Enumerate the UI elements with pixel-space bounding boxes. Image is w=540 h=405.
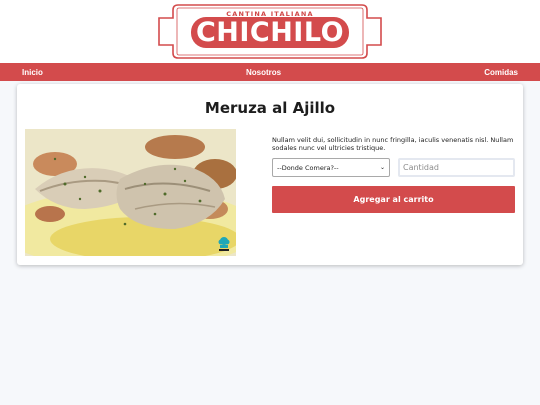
header: CANTINA ITALIANA CHICHILO (0, 0, 540, 63)
product-image (25, 129, 236, 256)
brand-name: CHICHILO (195, 17, 345, 48)
brand-logo[interactable]: CANTINA ITALIANA CHICHILO (155, 4, 385, 59)
nav-item-comidas[interactable]: Comidas (484, 68, 518, 77)
quantity-input[interactable]: Cantidad (398, 158, 515, 177)
chef-hat-icon (218, 237, 230, 251)
chevron-down-icon: ⌄ (379, 164, 385, 171)
location-select-value: --Donde Comera?-- (277, 163, 339, 172)
nav-item-inicio[interactable]: Inicio (22, 68, 43, 77)
product-title: Meruza al Ajillo (204, 99, 336, 117)
product-card: Meruza al Ajillo Nullam velit dui, solli… (17, 84, 523, 265)
add-to-cart-button[interactable]: Agregar al carrito (272, 186, 515, 213)
product-description: Nullam velit dui, sollicitudin in nunc f… (272, 136, 514, 152)
fish-dish-illustration (25, 129, 236, 256)
nav-item-nosotros[interactable]: Nosotros (246, 68, 281, 77)
quantity-placeholder: Cantidad (403, 163, 439, 172)
main-nav: Inicio Nosotros Comidas (0, 63, 540, 81)
location-select[interactable]: --Donde Comera?-- ⌄ (272, 158, 390, 177)
